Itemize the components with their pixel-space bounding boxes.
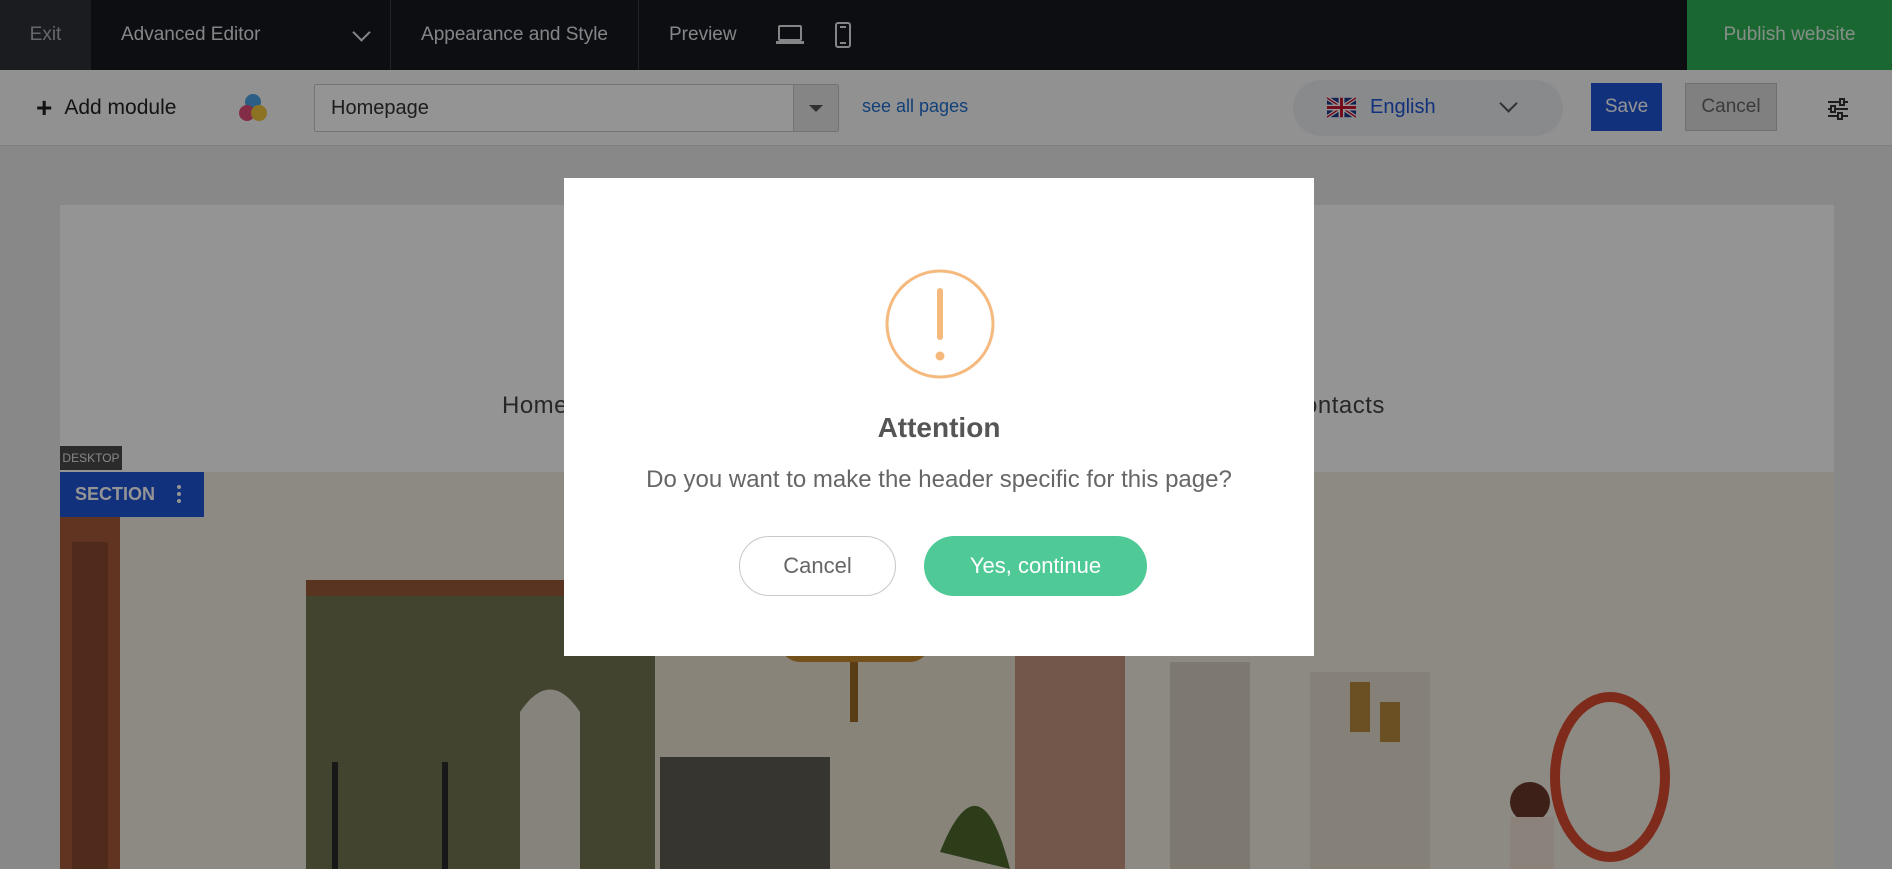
attention-dialog: Attention Do you want to make the header…	[564, 178, 1314, 656]
dialog-cancel-label: Cancel	[783, 553, 852, 578]
dialog-title: Attention	[877, 412, 1001, 443]
warning-icon	[885, 269, 995, 379]
dialog-confirm-label: Yes, continue	[969, 553, 1102, 578]
dialog-cancel-button[interactable]: Cancel	[739, 536, 896, 596]
dialog-confirm-button[interactable]: Yes, continue	[924, 536, 1147, 596]
dialog-message: Do you want to make the header specific …	[646, 466, 1232, 493]
